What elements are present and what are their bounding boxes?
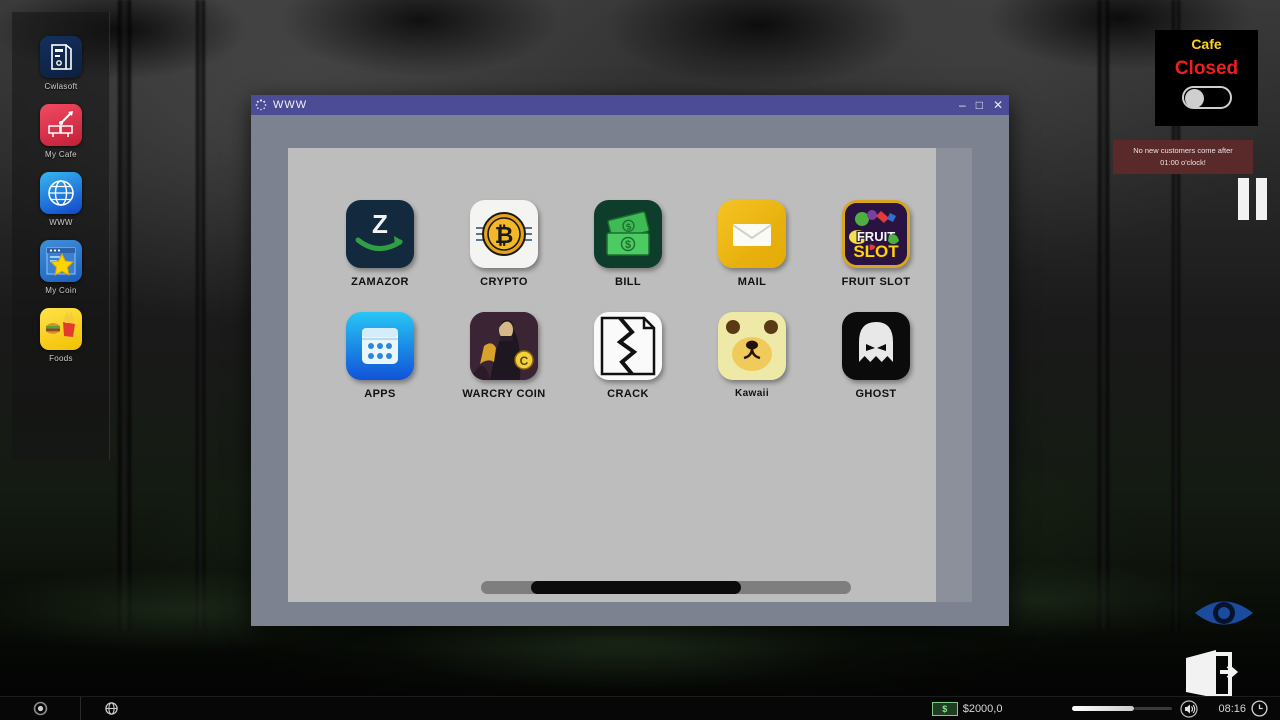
app-label: FRUIT SLOT xyxy=(814,276,938,288)
app-tile-ghost[interactable]: GHOST xyxy=(814,312,938,400)
ghost-icon xyxy=(842,312,910,380)
tooltip-line-1: No new customers come after xyxy=(1117,145,1249,157)
start-circle-icon[interactable] xyxy=(0,701,80,716)
volume-control[interactable] xyxy=(1072,700,1198,718)
window-controls: – □ ✕ xyxy=(959,95,1003,115)
app-store-content: Z ZAMAZOR xyxy=(288,148,972,602)
svg-text:C: C xyxy=(520,354,529,368)
window-titlebar[interactable]: WWW – □ ✕ xyxy=(251,95,1009,115)
taskbar: $ $2000,0 08:16 xyxy=(0,696,1280,720)
globe-icon xyxy=(40,172,82,214)
minimize-button[interactable]: – xyxy=(959,99,966,111)
desktop-icon-label: Foods xyxy=(12,354,110,363)
clock-time: 08:16 xyxy=(1218,703,1246,715)
zamazor-z-arrow-icon: Z xyxy=(346,200,414,268)
globe-icon xyxy=(104,701,119,716)
app-tile-apps[interactable]: APPS xyxy=(318,312,442,400)
cafe-title: Cafe xyxy=(1155,36,1258,52)
app-grid: Z ZAMAZOR xyxy=(318,200,972,400)
svg-text:₿: ₿ xyxy=(495,222,514,248)
pause-icon[interactable] xyxy=(1236,178,1270,220)
warrior-coin-icon: C xyxy=(470,312,538,380)
bitcoin-coin-icon: ₿ xyxy=(470,200,538,268)
svg-text:Z: Z xyxy=(372,209,388,239)
www-window: WWW – □ ✕ Z ZAMAZOR xyxy=(251,95,1009,626)
volume-track xyxy=(1134,707,1172,710)
speaker-icon[interactable] xyxy=(1180,700,1198,718)
money-bill-icon: $ xyxy=(932,702,958,716)
volume-fill xyxy=(1072,706,1134,711)
svg-text:$: $ xyxy=(625,239,631,251)
desktop-icon-label: My Cafe xyxy=(12,150,110,159)
money-amount: $2000,0 xyxy=(963,703,1003,715)
tooltip-line-2: 01:00 o'clock! xyxy=(1117,157,1249,169)
desktop-icon-label: Cwlasoft xyxy=(12,82,110,91)
app-tile-crypto[interactable]: ₿ CRYPTO xyxy=(442,200,566,288)
burger-fries-icon xyxy=(40,308,82,350)
desktop-icon-my-cafe[interactable]: My Cafe xyxy=(12,104,110,159)
app-tile-crack[interactable]: CRACK xyxy=(566,312,690,400)
cracked-page-icon xyxy=(594,312,662,380)
tree-trunk xyxy=(118,0,131,630)
app-tile-warcry-coin[interactable]: C WARCRY COIN xyxy=(442,312,566,400)
envelope-icon xyxy=(718,200,786,268)
desktop-icon-cwlasoft[interactable]: Cwlasoft xyxy=(12,36,110,91)
customer-hours-tooltip: No new customers come after 01:00 o'cloc… xyxy=(1113,140,1253,174)
star-window-icon xyxy=(40,240,82,282)
cafe-status-label: Closed xyxy=(1155,58,1258,80)
taskbar-item-www[interactable] xyxy=(81,701,141,716)
server-tower-icon xyxy=(40,36,82,78)
app-tile-zamazor[interactable]: Z ZAMAZOR xyxy=(318,200,442,288)
maximize-button[interactable]: □ xyxy=(976,99,983,111)
desktop-icon-column: Cwlasoft My Cafe WWW xyxy=(12,12,110,460)
cafe-open-toggle[interactable] xyxy=(1182,86,1232,109)
app-tile-kawaii[interactable]: Kawaii xyxy=(690,312,814,400)
app-tile-bill[interactable]: $ $ BILL xyxy=(566,200,690,288)
dollar-bills-icon: $ $ xyxy=(594,200,662,268)
content-right-gutter xyxy=(936,148,972,602)
desktop-icon-label: My Coin xyxy=(12,286,110,295)
app-label: WARCRY COIN xyxy=(442,388,566,400)
app-label: GHOST xyxy=(814,388,938,400)
tree-trunk xyxy=(196,0,205,630)
clock-icon xyxy=(1251,700,1268,717)
eye-icon[interactable] xyxy=(1192,592,1256,634)
money-indicator: $ $2000,0 xyxy=(932,702,1003,716)
app-tile-fruit-slot[interactable]: FRUIT SLOT FRUIT SLOT xyxy=(814,200,938,288)
money-symbol: $ xyxy=(942,704,947,714)
app-grid-calendar-icon xyxy=(346,312,414,380)
app-label: MAIL xyxy=(690,276,814,288)
app-label: APPS xyxy=(318,388,442,400)
scrollbar-thumb[interactable] xyxy=(531,581,741,594)
close-button[interactable]: ✕ xyxy=(993,99,1003,111)
desktop-icon-www[interactable]: WWW xyxy=(12,172,110,227)
horizontal-scrollbar[interactable] xyxy=(481,581,851,594)
window-body: Z ZAMAZOR xyxy=(251,115,1009,626)
desktop-icon-foods[interactable]: Foods xyxy=(12,308,110,363)
svg-text:SLOT: SLOT xyxy=(853,242,899,261)
cafe-status-panel: Cafe Closed xyxy=(1155,30,1258,126)
app-label: ZAMAZOR xyxy=(318,276,442,288)
window-title: WWW xyxy=(273,99,307,111)
desktop-icon-my-coin[interactable]: My Coin xyxy=(12,240,110,295)
app-label: CRACK xyxy=(566,388,690,400)
volume-slider[interactable] xyxy=(1072,706,1172,711)
app-label: Kawaii xyxy=(690,388,814,399)
fruit-slot-icon: FRUIT SLOT xyxy=(842,200,910,268)
clock-widget: 08:16 xyxy=(1218,700,1268,717)
app-label: CRYPTO xyxy=(442,276,566,288)
spinner-icon xyxy=(255,99,267,111)
bear-face-icon xyxy=(718,312,786,380)
toggle-knob xyxy=(1185,89,1204,108)
desktop-icon-label: WWW xyxy=(12,218,110,227)
tree-trunk xyxy=(1098,0,1109,630)
app-tile-mail[interactable]: MAIL xyxy=(690,200,814,288)
app-label: BILL xyxy=(566,276,690,288)
cafe-counter-icon xyxy=(40,104,82,146)
